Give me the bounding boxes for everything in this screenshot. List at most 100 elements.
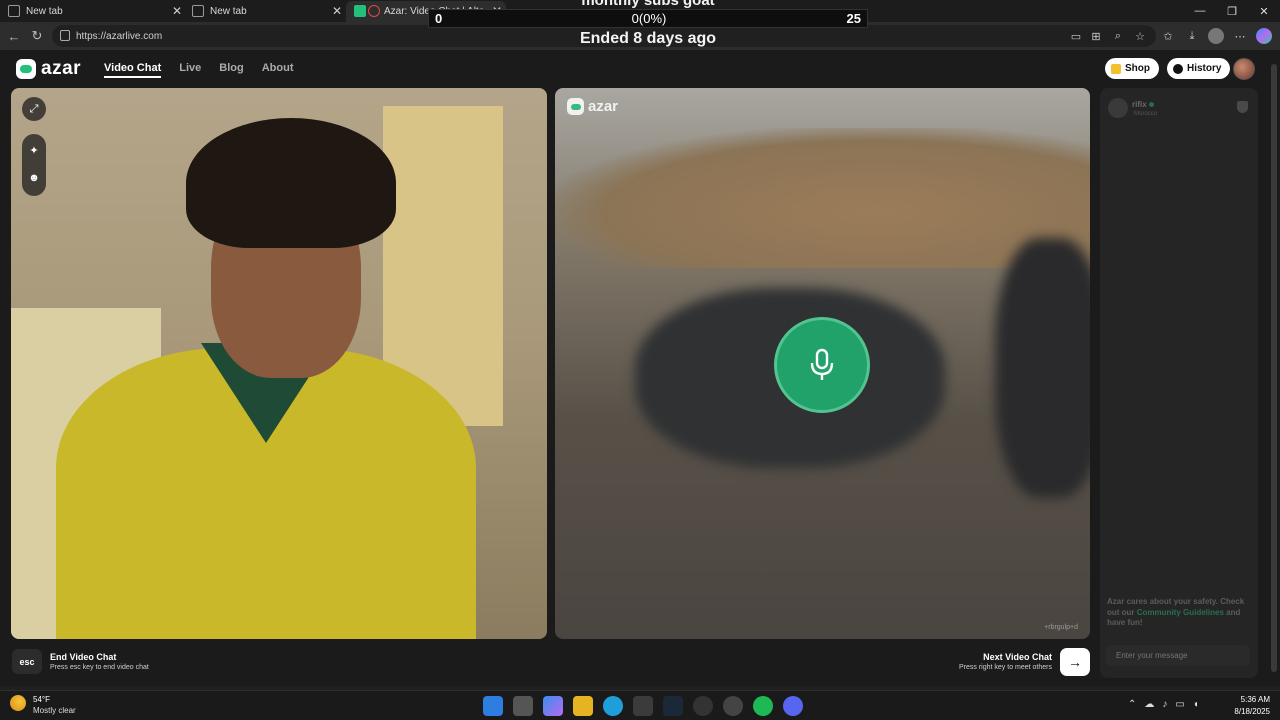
azar-favicon-icon	[354, 5, 366, 17]
tab-favicon-icon	[8, 5, 20, 17]
clock-time: 5:36 AM	[1240, 695, 1270, 704]
capture-icon[interactable]	[723, 696, 743, 716]
tab-new-1[interactable]: New tab ✕	[0, 1, 186, 22]
online-status-icon	[1148, 102, 1154, 107]
nav-about[interactable]: About	[262, 62, 294, 78]
partner-name: rifix	[1132, 100, 1154, 109]
refresh-icon[interactable]: ↻	[28, 27, 46, 45]
person-hair	[186, 118, 396, 248]
weather-icon	[10, 695, 26, 711]
history-label: History	[1187, 63, 1222, 74]
gem-icon	[1111, 63, 1121, 74]
scrollbar-thumb[interactable]	[1271, 64, 1277, 672]
tab-favicon-icon	[192, 5, 204, 17]
display-icon[interactable]: ▭	[1175, 699, 1184, 710]
partner-video: azar +rbrgulp+d	[555, 88, 1090, 639]
user-avatar[interactable]	[1233, 58, 1255, 80]
shop-label: Shop	[1125, 63, 1150, 74]
azar-logo[interactable]: azar	[16, 58, 81, 80]
favorite-icon[interactable]: ☆	[1132, 28, 1148, 44]
file-explorer-icon[interactable]	[573, 696, 593, 716]
tab-new-2[interactable]: New tab ✕	[184, 1, 346, 22]
goal-title: monthly subs goat	[581, 0, 715, 9]
page-scrollbar[interactable]	[1268, 50, 1280, 686]
url-text: https://azarlive.com	[76, 30, 163, 42]
copilot-app-icon[interactable]	[543, 696, 563, 716]
close-window-icon[interactable]: ✕	[1248, 0, 1280, 22]
maximize-icon[interactable]: ❐	[1216, 0, 1248, 22]
report-shield-icon[interactable]	[1237, 101, 1248, 113]
esc-button[interactable]: esc	[12, 649, 42, 674]
recording-icon	[368, 5, 380, 17]
goal-progress: 0(0%)	[631, 11, 667, 26]
next-chat-title: Next Video Chat	[983, 652, 1052, 662]
azar-logo-icon	[16, 59, 36, 79]
back-icon[interactable]: ←	[5, 27, 23, 45]
discord-icon[interactable]	[783, 696, 803, 716]
shop-button[interactable]: Shop	[1105, 58, 1159, 79]
stream-goal-overlay: monthly subs goat 0 0(0%) 25 Ended 8 day…	[428, 0, 868, 50]
apps-icon[interactable]: ⊞	[1088, 28, 1104, 44]
onedrive-icon[interactable]: ☁	[1144, 699, 1154, 710]
download-icon[interactable]: ⤓	[1184, 28, 1200, 44]
nav-live[interactable]: Live	[179, 62, 201, 78]
zoom-icon[interactable]: ⌕	[1110, 28, 1126, 44]
partner-watermark: +rbrgulp+d	[1044, 624, 1078, 631]
steam-icon[interactable]	[663, 696, 683, 716]
windows-taskbar: 54°F Mostly clear ⌃ ☁ ♪ ▭ ◖ 5:36 AM 8/18…	[0, 690, 1280, 720]
more-icon[interactable]: ⋯	[1232, 28, 1248, 44]
spotify-icon[interactable]	[753, 696, 773, 716]
minimize-icon[interactable]: —	[1184, 0, 1216, 22]
community-guidelines-link[interactable]: Community Guidelines	[1137, 608, 1224, 617]
next-chat-button[interactable]: →	[1060, 648, 1090, 676]
system-tray: ⌃ ☁ ♪ ▭ ◖	[1128, 699, 1199, 710]
clock-date: 8/18/2025	[1234, 707, 1270, 716]
goal-target: 25	[846, 11, 861, 26]
mic-tray-icon[interactable]: ♪	[1162, 699, 1167, 710]
copilot-icon[interactable]	[1256, 28, 1272, 44]
weather-temp: 54°F	[33, 695, 50, 704]
end-chat-title: End Video Chat	[50, 652, 117, 662]
blurred-car-right	[995, 238, 1090, 498]
mask-filter-icon[interactable]: ☻	[22, 166, 46, 190]
weather-desc: Mostly clear	[33, 706, 76, 715]
partner-location: Morocco	[1134, 111, 1158, 117]
microphone-button[interactable]	[774, 317, 870, 413]
volume-icon[interactable]: ◖	[1193, 699, 1199, 710]
weather-widget[interactable]: 54°F Mostly clear	[10, 695, 76, 715]
start-icon[interactable]	[483, 696, 503, 716]
obs-icon[interactable]	[693, 696, 713, 716]
main-nav: Video Chat Live Blog About	[104, 62, 294, 78]
close-icon[interactable]: ✕	[172, 4, 182, 18]
message-input[interactable]	[1106, 645, 1250, 666]
azar-wordmark: azar	[588, 98, 619, 115]
close-icon[interactable]: ✕	[332, 4, 342, 18]
cast-icon[interactable]: ▭	[1068, 28, 1084, 44]
site-info-icon[interactable]	[60, 30, 70, 41]
history-button[interactable]: History	[1167, 58, 1231, 79]
partner-avatar[interactable]	[1108, 98, 1128, 118]
azar-logo-icon	[567, 98, 584, 115]
self-video: ⤢ ✦ ☻	[11, 88, 547, 639]
chevron-up-icon[interactable]: ⌃	[1128, 699, 1136, 710]
nav-video-chat[interactable]: Video Chat	[104, 62, 162, 78]
terminal-icon[interactable]	[633, 696, 653, 716]
system-clock[interactable]: 5:36 AM 8/18/2025	[1226, 694, 1270, 718]
taskbar-apps	[483, 696, 803, 716]
nav-blog[interactable]: Blog	[219, 62, 243, 78]
expand-icon[interactable]: ⤢	[22, 97, 46, 121]
edge-icon[interactable]	[603, 696, 623, 716]
profile-icon[interactable]	[1208, 28, 1224, 44]
safety-notice: Azar cares about your safety. Check out …	[1107, 597, 1245, 627]
background-hill	[555, 128, 1090, 268]
sparkle-effects-icon[interactable]: ✦	[22, 138, 46, 162]
window-controls: — ❐ ✕	[1184, 0, 1280, 22]
chat-panel: rifix Morocco Azar cares about your safe…	[1100, 88, 1258, 678]
task-view-icon[interactable]	[513, 696, 533, 716]
tab-label: New tab	[26, 6, 63, 17]
end-chat-hint: Press esc key to end video chat	[50, 664, 149, 671]
clock-icon	[1173, 63, 1183, 74]
tab-label: New tab	[210, 6, 247, 17]
next-chat-hint: Press right key to meet others	[959, 664, 1052, 671]
favorites-icon[interactable]: ✩	[1160, 28, 1176, 44]
